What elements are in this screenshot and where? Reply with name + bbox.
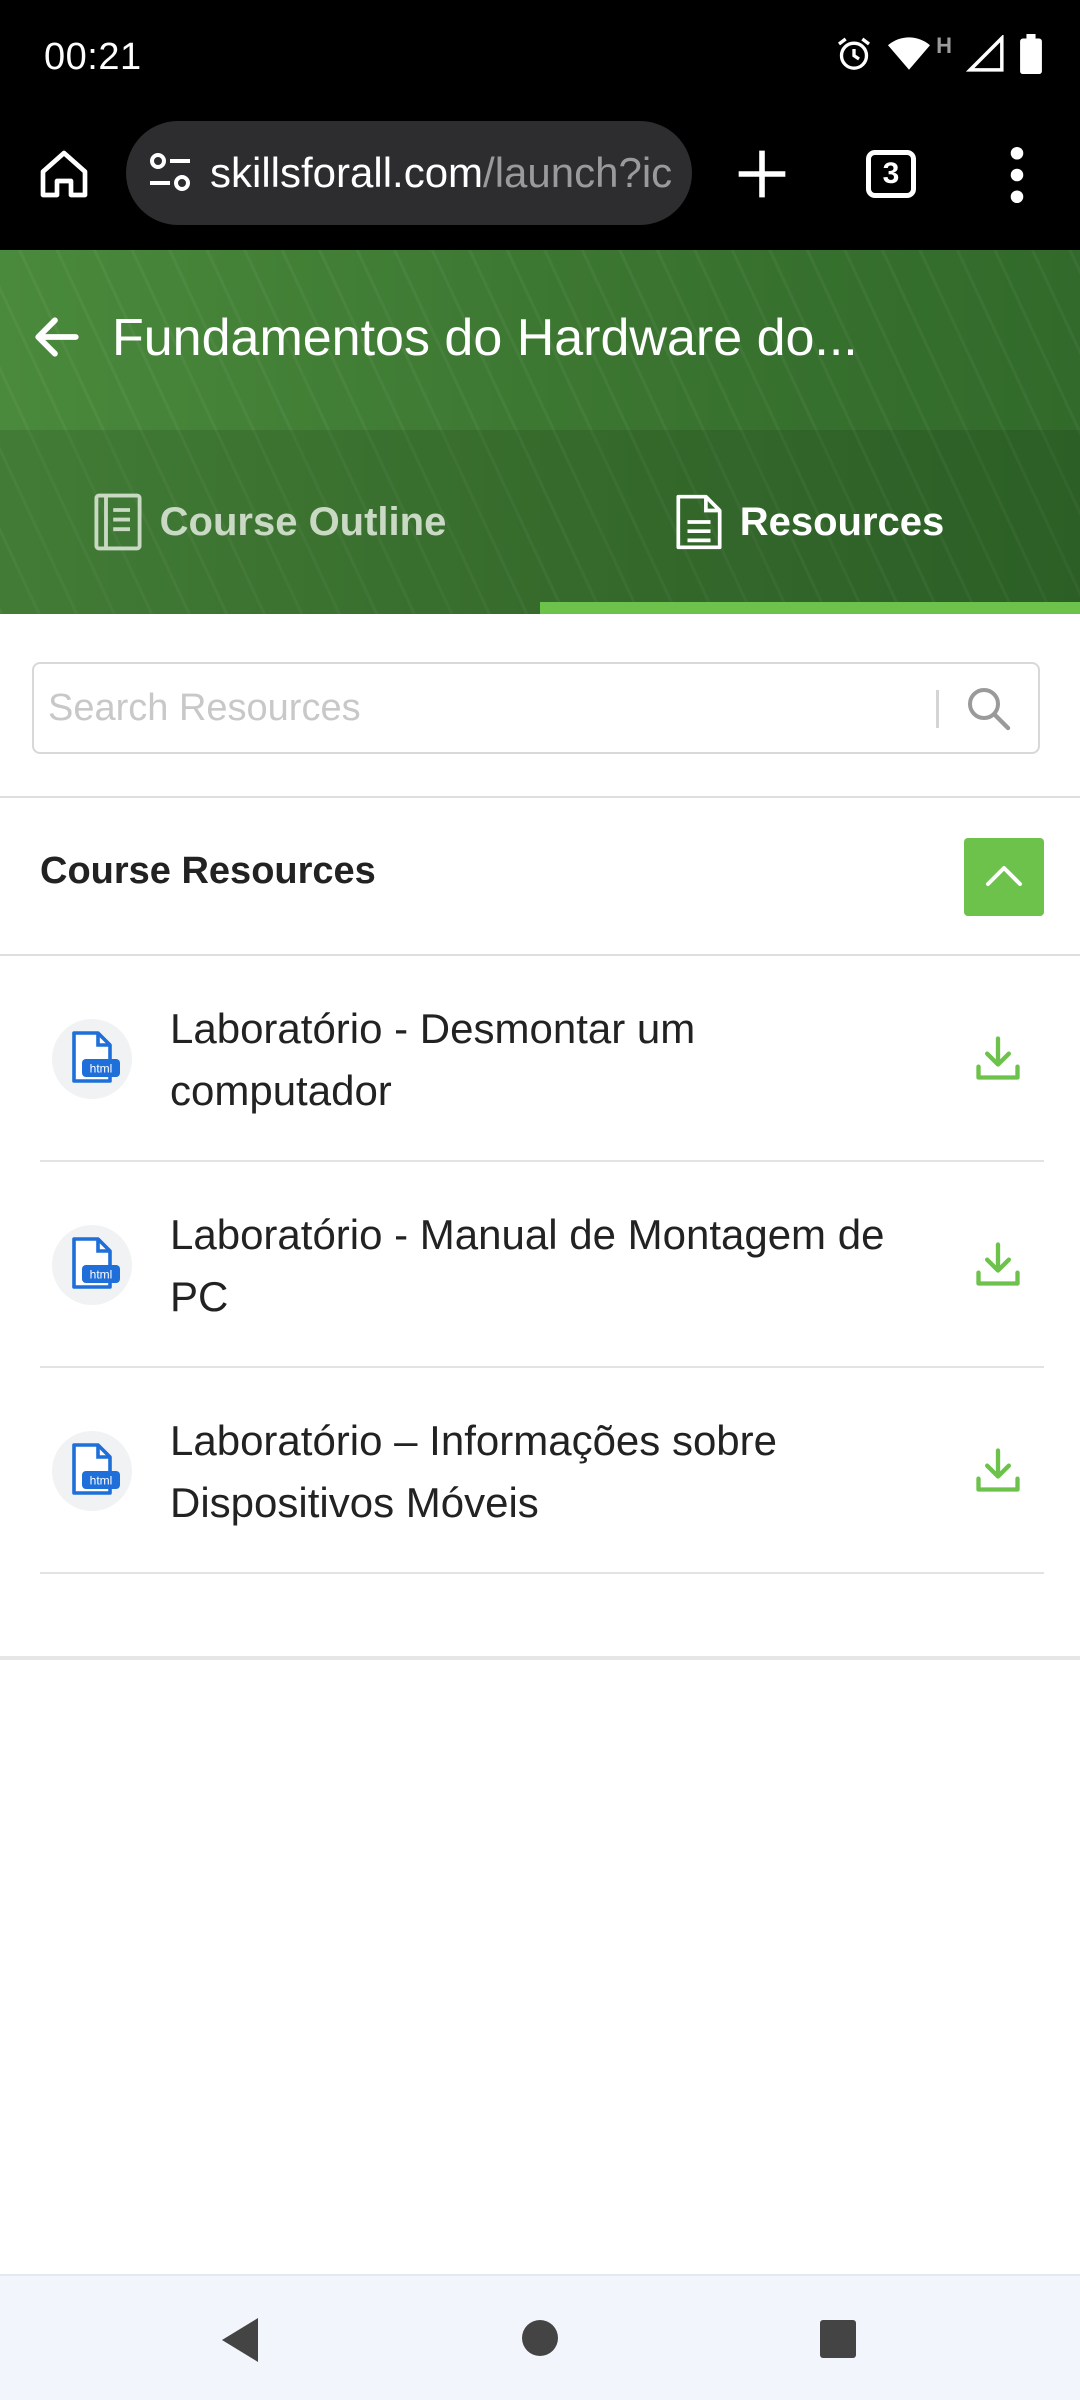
status-bar: 00:21 H bbox=[0, 0, 1080, 116]
file-type-label: html bbox=[90, 1474, 113, 1488]
course-title: Fundamentos do Hardware do... bbox=[112, 309, 858, 367]
site-info-icon[interactable] bbox=[146, 151, 194, 195]
file-type-label: html bbox=[90, 1268, 113, 1282]
html-file-icon: html bbox=[52, 1431, 132, 1511]
signal-icon bbox=[966, 35, 1004, 72]
html-file-icon: html bbox=[52, 1019, 132, 1099]
tab-resources[interactable]: Resources bbox=[540, 430, 1080, 614]
network-type-label: H bbox=[936, 33, 952, 58]
title-row: Fundamentos do Hardware do... bbox=[0, 250, 1080, 430]
search-icon[interactable] bbox=[964, 684, 1012, 732]
active-tab-indicator bbox=[540, 602, 1080, 614]
document-icon bbox=[676, 494, 722, 550]
file-type-label: html bbox=[90, 1062, 113, 1076]
resource-label[interactable]: Laboratório – Informações sobre Disposit… bbox=[170, 1410, 910, 1534]
plus-icon[interactable] bbox=[734, 146, 790, 202]
tab-course-outline[interactable]: Course Outline bbox=[0, 430, 540, 614]
url-text[interactable]: skillsforall.com/launch?ic bbox=[210, 149, 672, 197]
back-arrow-icon[interactable] bbox=[32, 312, 82, 362]
status-time: 00:21 bbox=[44, 36, 142, 78]
nav-back-icon[interactable] bbox=[218, 2316, 262, 2364]
outline-icon bbox=[94, 493, 142, 551]
resource-label[interactable]: Laboratório - Manual de Montagem de PC bbox=[170, 1204, 910, 1328]
download-icon[interactable] bbox=[972, 1032, 1024, 1084]
tab-label: Course Outline bbox=[159, 499, 447, 544]
section-title: Course Resources bbox=[40, 850, 376, 892]
battery-icon bbox=[1020, 34, 1042, 74]
url-path: /launch?ic bbox=[483, 149, 673, 196]
wifi-icon bbox=[888, 37, 931, 70]
tab-label: Resources bbox=[739, 499, 945, 544]
download-icon[interactable] bbox=[972, 1444, 1024, 1496]
download-icon[interactable] bbox=[972, 1238, 1024, 1290]
tab-switcher-button[interactable]: 3 bbox=[866, 150, 916, 198]
alarm-icon bbox=[838, 37, 871, 70]
more-vert-icon[interactable] bbox=[1002, 146, 1032, 204]
browser-toolbar: skillsforall.com/launch?ic 3 bbox=[0, 116, 1080, 250]
chevron-up-icon bbox=[986, 866, 1022, 886]
collapse-button[interactable] bbox=[964, 838, 1044, 916]
search-box bbox=[32, 662, 1040, 754]
resource-item[interactable]: html Laboratório - Manual de Montagem de… bbox=[40, 1162, 1044, 1368]
resource-item[interactable]: html Laboratório – Informações sobre Dis… bbox=[40, 1368, 1044, 1574]
address-bar[interactable]: skillsforall.com/launch?ic bbox=[126, 121, 692, 225]
resource-item[interactable]: html Laboratório - Desmontar um computad… bbox=[40, 956, 1044, 1162]
html-file-icon: html bbox=[52, 1225, 132, 1305]
system-nav-bar bbox=[0, 2274, 1080, 2400]
search-divider bbox=[936, 690, 939, 728]
search-input[interactable] bbox=[48, 664, 948, 752]
resource-label[interactable]: Laboratório - Desmontar um computador bbox=[170, 998, 910, 1122]
section-bottom-divider bbox=[0, 1656, 1080, 1660]
course-header: Fundamentos do Hardware do... Course Out… bbox=[0, 250, 1080, 614]
url-domain: skillsforall.com bbox=[210, 149, 484, 196]
nav-home-icon[interactable] bbox=[520, 2316, 560, 2360]
status-icons: H bbox=[834, 33, 1042, 74]
course-tabs: Course Outline Resources bbox=[0, 430, 1080, 614]
divider bbox=[0, 796, 1080, 798]
nav-recents-icon[interactable] bbox=[818, 2318, 858, 2360]
home-icon[interactable] bbox=[36, 146, 92, 202]
